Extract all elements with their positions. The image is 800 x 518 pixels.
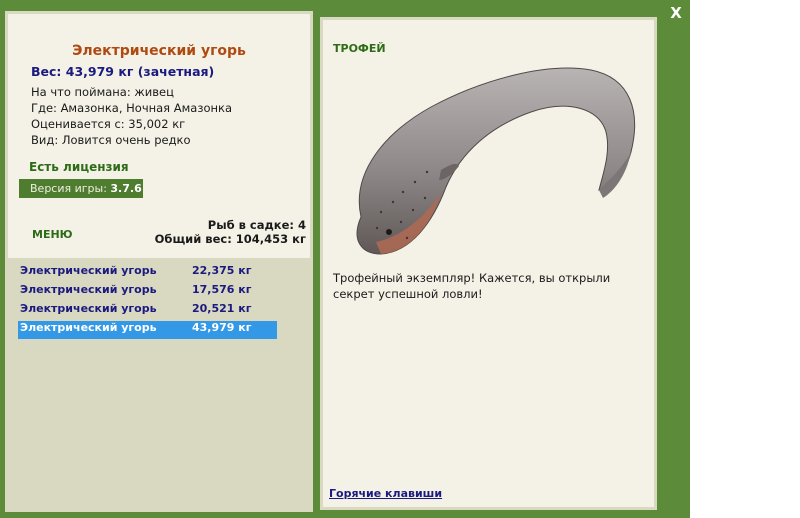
fish-bait: На что поймана: живец: [31, 85, 174, 99]
catch-weight: 22,375 кг: [192, 264, 252, 277]
close-button[interactable]: X: [668, 5, 684, 21]
game-version: Версия игры: 3.7.6: [19, 179, 143, 198]
electric-eel-image: [356, 67, 636, 255]
version-value: 3.7.6: [110, 182, 142, 195]
fish-rarity: Вид: Ловится очень редко: [31, 133, 191, 147]
fish-weight: Вес: 43,979 кг (зачетная): [31, 64, 215, 79]
catch-row[interactable]: Электрический угорь 43,979 кг: [18, 321, 277, 339]
license-status: Есть лицензия: [29, 160, 129, 174]
fish-valued: Оценивается с: 35,002 кг: [31, 117, 186, 131]
catch-name: Электрический угорь: [20, 302, 157, 315]
keepnet-total-weight: Общий вес: 104,453 кг: [154, 232, 306, 246]
fish-title: Электрический угорь: [72, 43, 246, 59]
fish-location: Где: Амазонка, Ночная Амазонка: [31, 101, 233, 115]
catch-name: Электрический угорь: [20, 321, 157, 334]
version-label: Версия игры:: [30, 182, 111, 195]
catch-name: Электрический угорь: [20, 283, 157, 296]
catch-list: Электрический угорь 22,375 кг Электричес…: [8, 258, 310, 509]
catch-row[interactable]: Электрический угорь 20,521 кг: [18, 302, 277, 320]
keepnet-count: Рыб в садке: 4: [207, 218, 306, 232]
keepnet-stats: Рыб в садке: 4 Общий вес: 104,453 кг: [155, 218, 306, 246]
catch-weight: 17,576 кг: [192, 283, 252, 296]
catch-weight: 43,979 кг: [192, 321, 252, 334]
trophy-panel: ТРОФЕЙ Трофейный экземпляр! Кажется, вы …: [320, 17, 657, 510]
catch-row[interactable]: Электрический угорь 17,576 кг: [18, 283, 277, 301]
catch-weight: 20,521 кг: [192, 302, 252, 315]
trophy-message: Трофейный экземпляр! Кажется, вы открыли…: [333, 271, 611, 301]
hotkeys-link[interactable]: Горячие клавиши: [329, 487, 442, 500]
catch-row[interactable]: Электрический угорь 22,375 кг: [18, 264, 277, 282]
menu-button[interactable]: МЕНЮ: [32, 228, 73, 241]
catch-name: Электрический угорь: [20, 264, 157, 277]
game-window-frame: X Электрический угорь Вес: 43,979 кг (за…: [0, 0, 690, 518]
fish-info-panel: Электрический угорь Вес: 43,979 кг (заче…: [5, 11, 313, 512]
